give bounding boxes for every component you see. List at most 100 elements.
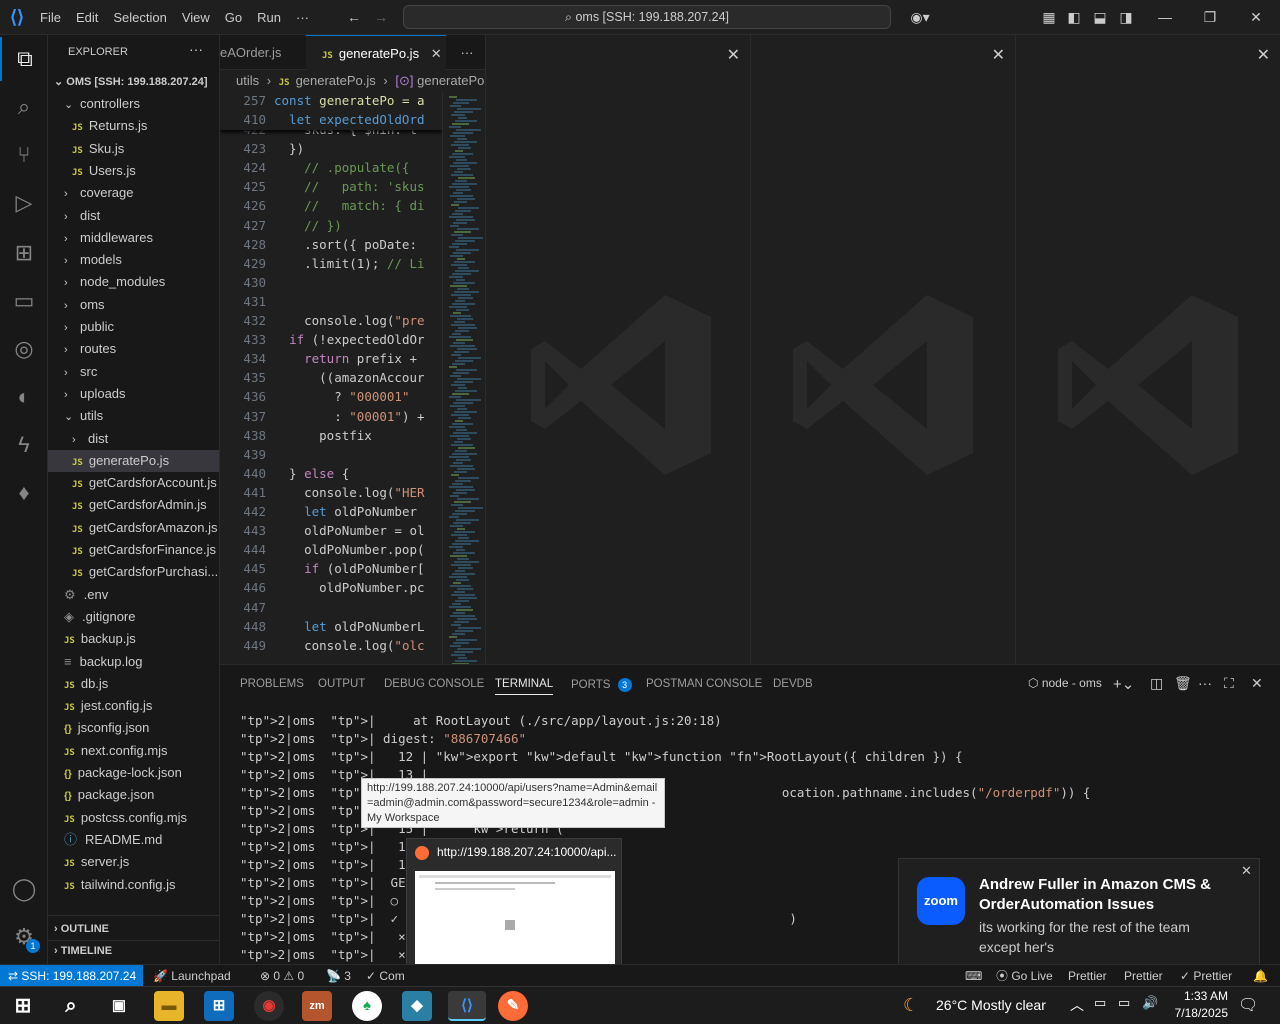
tree-item[interactable]: ⓘ README.md [48,829,219,851]
back-arrow-icon[interactable]: ← [345,8,363,26]
battery-icon[interactable]: ▭ [1118,995,1130,1011]
postman-taskbar-icon[interactable]: ✎ [498,991,528,1021]
tree-item[interactable]: JS next.config.mjs [48,740,219,762]
file-explorer-icon[interactable]: ▬ [154,991,184,1021]
tree-item[interactable]: JS getCardsforAccount.js [48,472,219,494]
menu-go[interactable]: Go [225,10,242,25]
menu-selection[interactable]: Selection [113,10,166,25]
tree-item[interactable]: JS Sku.js [48,138,219,160]
toggle-secondary-sidebar-icon[interactable]: ◨ [1117,8,1135,26]
terminal-selector[interactable]: ⬡ node - oms [1028,676,1102,690]
tree-item[interactable]: JS postcss.config.mjs [48,807,219,829]
ports-indicator[interactable]: 📡 3 [326,965,351,987]
tree-item[interactable]: {} jsconfig.json [48,717,219,739]
tab-ports[interactable]: PORTS 3 [571,678,632,692]
timeline-section[interactable]: › TIMELINE [54,945,112,957]
search-icon[interactable]: ⌕ [56,991,86,1021]
tree-item[interactable]: JS Returns.js [48,115,219,137]
thunder-icon[interactable]: ϟ [0,423,48,467]
mongodb-compass-icon[interactable]: ♠ [352,991,382,1021]
prettier-item-3[interactable]: ✓ Prettier [1180,965,1232,987]
code-editor[interactable]: 257 const generatePo = a 410 let expecte… [220,92,442,664]
restore-icon[interactable]: ❐ [1201,8,1219,26]
source-control-icon[interactable]: ⑂ [0,133,48,177]
tree-item[interactable]: ≡ backup.log [48,651,219,673]
bell-icon[interactable]: 🔔 [1253,965,1268,987]
tree-item[interactable]: JS server.js [48,851,219,873]
tree-item[interactable]: › src [48,361,219,383]
tab-postman-console[interactable]: POSTMAN CONSOLE [646,678,762,690]
close-panel-icon[interactable]: ✕ [1251,675,1263,692]
toggle-panel-icon[interactable]: ⬓ [1091,8,1109,26]
gitlens-icon[interactable]: ◎ [0,327,48,371]
close-group-icon[interactable]: ✕ [992,45,1005,65]
tree-item[interactable]: ⌄ controllers [48,93,219,115]
tree-item[interactable]: ⌄ utils [48,405,219,427]
volume-icon[interactable]: 🔊 [1142,995,1158,1011]
tree-item[interactable]: ⚙ .env [48,584,219,606]
forward-arrow-icon[interactable]: → [372,8,390,26]
tree-item[interactable]: › middlewares [48,227,219,249]
run-debug-icon[interactable]: ▷ [0,181,48,225]
tree-item[interactable]: JS getCardsforAdmin.js [48,494,219,516]
chrome-icon[interactable]: ◉ [254,991,284,1021]
postman-icon[interactable]: ◐ [0,375,48,419]
tree-item[interactable]: {} package-lock.json [48,762,219,784]
prettier-item-1[interactable]: Prettier [1068,965,1107,987]
toggle-sidebar-icon[interactable]: ◧ [1065,8,1083,26]
explorer-icon[interactable]: ⧉ [0,37,48,81]
task-view-icon[interactable]: ▣ [104,991,134,1021]
windows-start-icon[interactable]: ⊞ [8,991,38,1021]
tree-item[interactable]: JS tailwind.config.js [48,874,219,896]
tree-item[interactable]: JS jest.config.js [48,695,219,717]
maximize-panel-icon[interactable]: ⛶ [1224,675,1234,692]
tab-eaorder[interactable]: eAOrder.js [220,35,306,70]
vscode-taskbar-icon[interactable]: ⟨⟩ [448,991,486,1021]
prettier-item-2[interactable]: Prettier [1124,965,1163,987]
split-terminal-icon[interactable]: ◫ [1150,675,1163,692]
zoom-taskbar-icon[interactable]: zm [302,991,332,1021]
notifications-status-icon[interactable]: ⌨ [965,965,982,987]
tree-item[interactable]: JS getCardsforPurchasi... [48,561,219,583]
tab-output[interactable]: OUTPUT [318,678,365,690]
launchpad-item[interactable]: 🚀 Launchpad [153,965,231,987]
notification-center-icon[interactable]: 🗨 [1238,995,1258,1015]
tree-item[interactable]: JS getCardsforFinance.js [48,539,219,561]
tree-item[interactable]: JS Users.js [48,160,219,182]
tree-item[interactable]: ◈ .gitignore [48,606,219,628]
tray-chevron-icon[interactable]: ︿ [1070,995,1084,1015]
tab-actions-more-icon[interactable]: ··· [452,35,482,70]
close-group-icon[interactable]: ✕ [1257,45,1270,65]
tab-problems[interactable]: PROBLEMS [240,678,304,690]
account-icon[interactable]: ◯ [0,867,48,911]
tree-item[interactable]: › dist [48,428,219,450]
tab-devdb[interactable]: DEVDB [773,678,813,690]
panel-more-icon[interactable]: ··· [1198,675,1212,691]
tree-item[interactable]: › uploads [48,383,219,405]
app-icon[interactable]: ◆ [402,991,432,1021]
close-group-icon[interactable]: ✕ [727,45,740,65]
menu-view[interactable]: View [182,10,210,25]
tree-item[interactable]: › dist [48,205,219,227]
menu-edit[interactable]: Edit [76,10,98,25]
close-tab-icon[interactable]: ✕ [431,46,442,61]
tree-item[interactable]: › coverage [48,182,219,204]
problems-indicator[interactable]: ⊗ 0 ⚠ 0 [260,965,304,987]
explorer-more-icon[interactable]: ··· [189,41,203,57]
tab-debug-console[interactable]: DEBUG CONSOLE [384,678,484,690]
tree-item[interactable]: JS db.js [48,673,219,695]
python-icon[interactable]: ♦ [0,471,48,515]
search-icon[interactable]: ⌕ [0,85,48,129]
new-terminal-icon[interactable]: +⌄ [1113,675,1134,693]
tree-item[interactable]: {} package.json [48,784,219,806]
zoom-notification[interactable]: zoom Andrew Fuller in Amazon CMS & Order… [898,858,1260,970]
breadcrumb-symbol[interactable]: generatePo [417,73,484,88]
tab-generatepo[interactable]: JS generatePo.js ✕ [306,35,446,70]
close-window-icon[interactable]: ✕ [1247,8,1265,26]
network-icon[interactable]: ▭ [1094,995,1106,1011]
tree-item[interactable]: JS backup.js [48,628,219,650]
minimize-icon[interactable]: — [1156,8,1174,26]
breadcrumb-utils[interactable]: utils [236,73,259,88]
tree-item[interactable]: JS generatePo.js [48,449,219,472]
remote-explorer-icon[interactable]: ▭ [0,279,48,323]
